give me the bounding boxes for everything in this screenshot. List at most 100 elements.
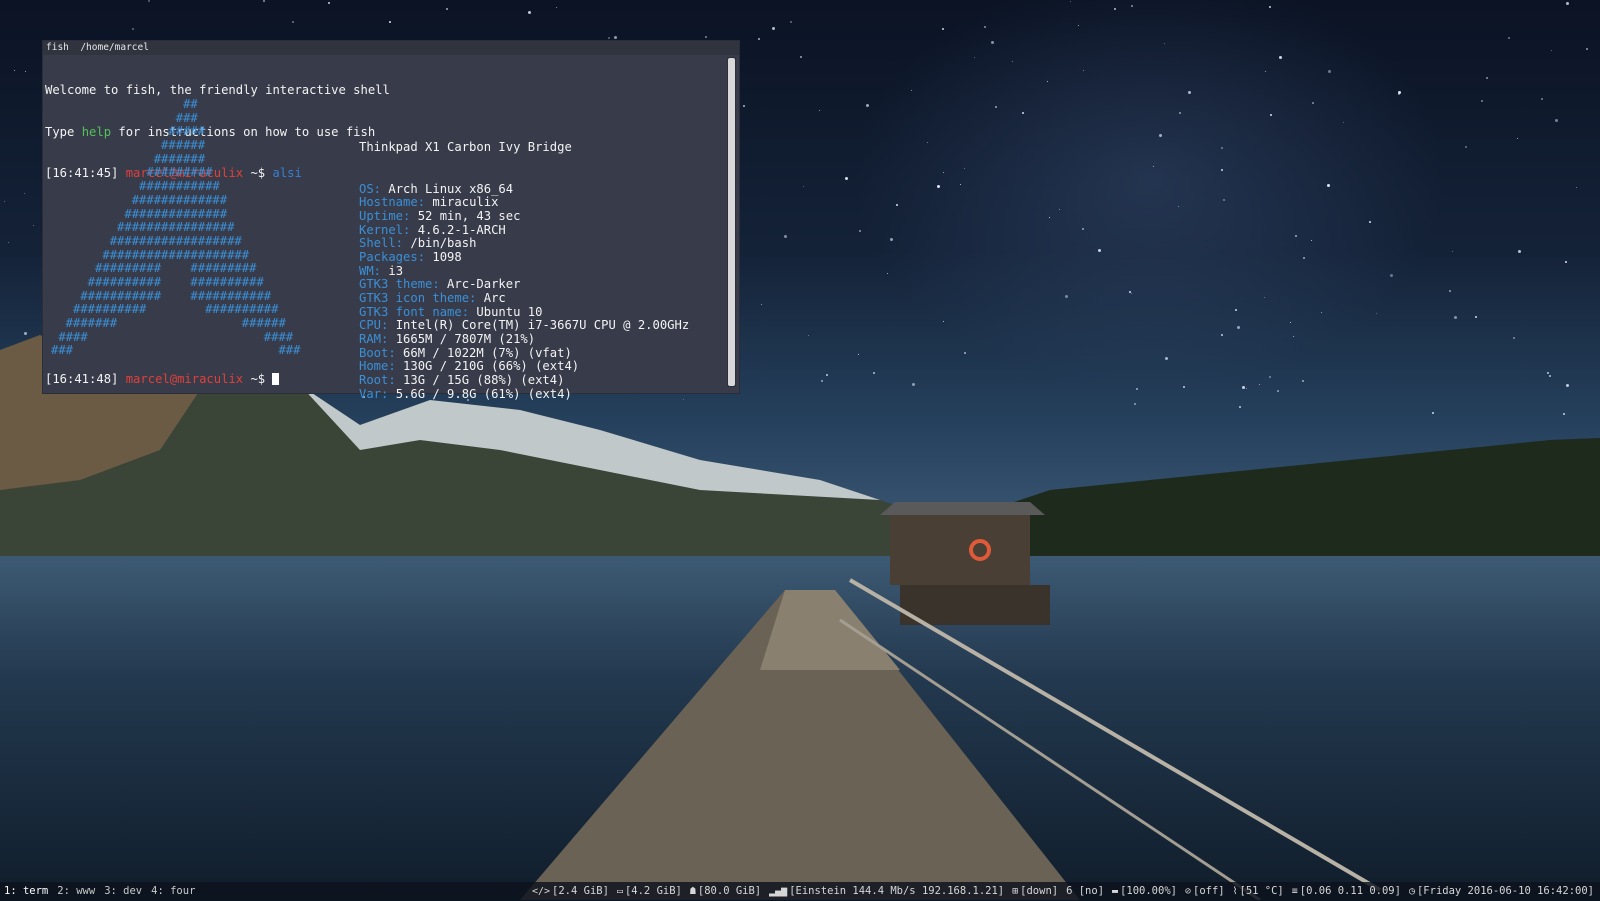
ascii-art-line: ####### ######: [51, 316, 286, 330]
status-block: ▬ [100.00%]: [1112, 882, 1177, 901]
i3-status-bar: 1: term 2: www 3: dev 4: four </> [2.4 GiB] ▭…: [0, 882, 1600, 900]
status-text: [2.4 GiB]: [552, 885, 609, 897]
star: [608, 37, 610, 39]
terminal-title: fish /home/marcel: [43, 41, 739, 55]
system-info-row: Shell: /bin/bash: [359, 236, 689, 251]
star: [1328, 70, 1331, 73]
star: [890, 238, 893, 241]
status-block: ◷ [Friday 2016-06-10 16:42:00]: [1409, 882, 1594, 901]
star: [991, 41, 994, 44]
status-block: 6 [no]: [1066, 882, 1104, 900]
status-text: [80.0 GiB]: [697, 885, 762, 897]
star: [148, 0, 150, 2]
users-icon: ☗: [689, 886, 696, 897]
system-info-row: CPU: Intel(R) Core(TM) i7-3667U CPU @ 2.…: [359, 319, 689, 333]
network-icon: ⊞: [1012, 886, 1019, 897]
status-text: 6 [no]: [1066, 885, 1105, 897]
terminal-scrollbar[interactable]: [727, 57, 736, 387]
star: [859, 230, 861, 232]
info-key: Packages:: [359, 249, 426, 264]
star: [14, 70, 15, 71]
ascii-art-line: #########: [51, 165, 213, 180]
star: [819, 110, 820, 111]
star: [1311, 240, 1312, 241]
star: [1265, 71, 1266, 72]
workspace-button[interactable]: 2: www: [57, 882, 95, 900]
ascii-art-line: ######### #########: [51, 261, 257, 276]
star: [943, 172, 944, 173]
star: [995, 106, 997, 108]
star: [1264, 297, 1265, 298]
star: [1566, 2, 1569, 5]
star: [1486, 77, 1488, 79]
star: [1131, 5, 1133, 7]
star: [1159, 134, 1162, 137]
star: [1270, 114, 1272, 116]
star: [1237, 326, 1240, 329]
system-info-row: OS: Arch Linux x86_64: [359, 182, 689, 197]
info-value: 5.6G / 9.8G (61%) (ext4): [388, 386, 572, 401]
star: [845, 177, 848, 180]
ascii-art-line: ##: [51, 97, 198, 111]
ascii-art-line: ######: [51, 138, 206, 153]
info-key: Shell:: [359, 236, 404, 251]
workspace-button[interactable]: 1: term: [4, 882, 48, 900]
info-key: WM:: [359, 263, 382, 278]
star: [866, 104, 869, 107]
terminal-window[interactable]: fish /home/marcel Welcome to fish, the f…: [42, 40, 740, 401]
ascii-art-line: #######: [51, 151, 206, 166]
star: [1327, 184, 1330, 187]
workspace-button[interactable]: 3: dev: [104, 882, 142, 900]
no-sign-icon: ⊘: [1184, 886, 1191, 897]
star: [1369, 221, 1371, 223]
prompt-user: marcel@miraculix: [125, 372, 244, 386]
status-block: </> [2.4 GiB]: [532, 882, 609, 901]
prompt-line-2[interactable]: [16:41:48] marcel@miraculix ~$: [45, 372, 280, 386]
star: [1565, 261, 1567, 263]
star: [1065, 295, 1068, 298]
star: [784, 235, 787, 238]
workspace-list: 1: term 2: www 3: dev 4: four: [4, 882, 204, 900]
star: [1555, 119, 1558, 122]
arch-logo-ascii: ## ### ##### ###### ####### ######### ##…: [51, 97, 300, 358]
status-blocks: </> [2.4 GiB] ▭ [4.2 GiB] ☗ [80.0 GiB] ▂▄▆ [Ein…: [524, 882, 1594, 901]
star: [943, 321, 944, 322]
star: [1586, 48, 1588, 50]
star: [761, 304, 762, 305]
star: [942, 28, 944, 30]
info-key: RAM:: [359, 332, 389, 347]
star: [1188, 91, 1191, 94]
star: [292, 21, 294, 23]
info-key: GTK3 icon theme:: [359, 291, 477, 305]
star: [446, 8, 448, 10]
star: [1312, 102, 1314, 104]
status-text: [Einstein 144.4 Mb/s 192.168.1.21]: [789, 885, 1005, 897]
ascii-art-line: ##############: [51, 206, 228, 221]
ascii-art-line: ####################: [51, 247, 250, 262]
load-icon: ≡: [1291, 886, 1298, 897]
star: [1221, 147, 1223, 149]
star: [743, 105, 745, 107]
star: [1449, 290, 1451, 292]
battery-icon: ▬: [1112, 886, 1119, 897]
star: [1078, 25, 1079, 26]
info-value: 66M / 1022M (7%) (vfat): [395, 345, 572, 360]
star: [911, 90, 912, 91]
system-info-row: Hostname: miraculix: [359, 195, 689, 210]
star: [803, 186, 804, 187]
system-info-row: Kernel: 4.6.2-1-ARCH: [359, 222, 689, 238]
scrollbar-thumb[interactable]: [728, 58, 735, 386]
status-block: ⌇ [51 °C]: [1233, 882, 1284, 901]
star: [33, 225, 34, 226]
star: [1269, 6, 1271, 8]
ascii-art-line: #############: [51, 192, 228, 207]
star: [1221, 169, 1223, 171]
clock-icon: ◷: [1408, 886, 1415, 897]
workspace-button[interactable]: 4: four: [151, 882, 195, 900]
folder-icon: ▭: [616, 886, 623, 897]
ascii-art-line: ###: [51, 110, 198, 125]
ascii-art-line: ################: [51, 220, 235, 235]
star: [1082, 228, 1084, 230]
info-value: 4.6.2-1-ARCH: [410, 222, 506, 237]
info-value: Intel(R) Core(TM) i7-3667U CPU @ 2.00GHz: [388, 318, 690, 333]
